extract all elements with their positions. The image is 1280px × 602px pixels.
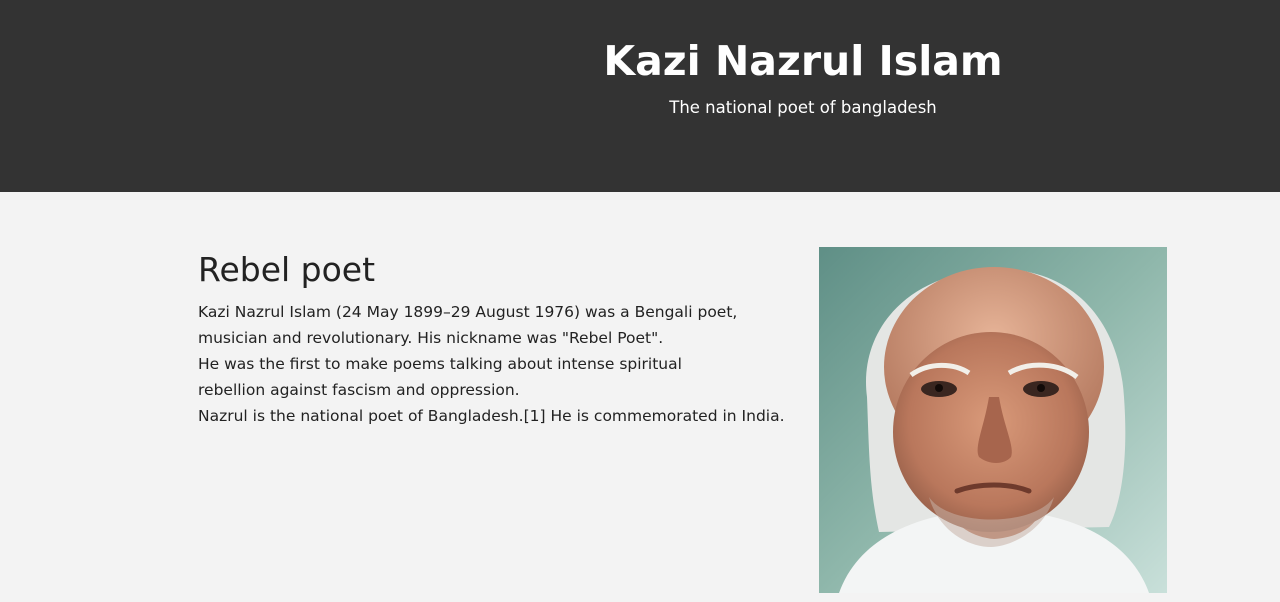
bio-line: Nazrul is the national poet of Banglades… <box>198 407 785 425</box>
bio-line: musician and revolutionary. His nickname… <box>198 329 664 347</box>
portrait-image <box>819 247 1167 593</box>
site-subtitle: The national poet of bangladesh <box>669 98 937 117</box>
page-header: Kazi Nazrul Islam The national poet of b… <box>0 0 1280 192</box>
main-content: Rebel poet Kazi Nazrul Islam (24 May 189… <box>0 192 1280 602</box>
bio-line: He was the first to make poems talking a… <box>198 355 682 373</box>
bio-paragraph: Kazi Nazrul Islam (24 May 1899–29 August… <box>198 299 798 429</box>
section-heading: Rebel poet <box>198 250 376 289</box>
bio-line: rebellion against fascism and oppression… <box>198 381 520 399</box>
site-title: Kazi Nazrul Islam <box>603 37 1003 85</box>
bio-line: Kazi Nazrul Islam (24 May 1899–29 August… <box>198 303 738 321</box>
